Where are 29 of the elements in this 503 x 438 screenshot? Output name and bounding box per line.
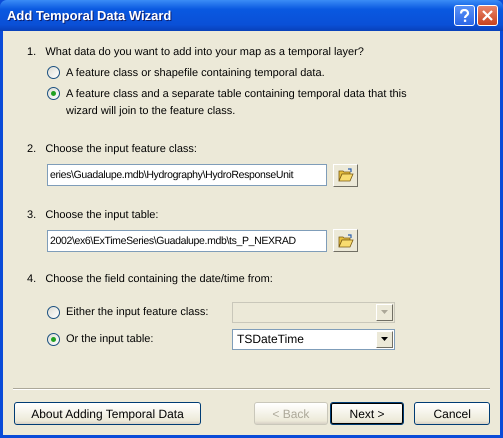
- wizard-button[interactable]: Cancel: [414, 402, 490, 425]
- path-field[interactable]: eries\Guadalupe.mdb\Hydrography\HydroResponseUnit: [47, 164, 327, 186]
- step-label: 3. Choose the input table:: [27, 208, 158, 222]
- step-label: 4. Choose the field containing the date/time from:: [27, 272, 273, 287]
- step-label: 2. Choose the input feature class:: [27, 142, 197, 157]
- close-icon: [482, 10, 493, 21]
- dropdown-value: TSDateTime: [237, 331, 304, 348]
- option-label: A feature class or shapefile containing temporal data.: [66, 66, 325, 80]
- help-icon: [459, 8, 470, 22]
- caret-icon: [381, 310, 388, 314]
- browse-button[interactable]: [333, 229, 358, 252]
- window-title: Add Temporal Data Wizard: [7, 6, 172, 25]
- option-label: A feature class and a separate table containing temporal data that this wizard will join to the feature class.: [66, 87, 408, 118]
- radio-button[interactable]: [47, 87, 60, 100]
- open-folder-icon: [338, 168, 354, 182]
- help-button[interactable]: [454, 5, 475, 26]
- wizard-button[interactable]: About Adding Temporal Data: [14, 402, 202, 425]
- step-label: 1. What data do you want to add into your map as a temporal layer?: [27, 45, 364, 60]
- path-field[interactable]: 2002\ex6\ExTimeSeries\Guadalupe.mdb\ts_P_NEXRAD: [47, 230, 327, 252]
- open-folder-icon: [338, 234, 354, 248]
- browse-button[interactable]: [333, 164, 358, 186]
- wizard-button[interactable]: Next >: [330, 402, 404, 425]
- option-label: Or the input table:: [66, 332, 154, 347]
- dropdown[interactable]: TSDateTime: [232, 328, 395, 350]
- option-label: Either the input feature class:: [66, 304, 210, 320]
- caret-icon: [381, 337, 388, 341]
- radio-button[interactable]: [47, 333, 60, 346]
- radio-button[interactable]: [47, 66, 60, 78]
- close-button[interactable]: [477, 5, 498, 26]
